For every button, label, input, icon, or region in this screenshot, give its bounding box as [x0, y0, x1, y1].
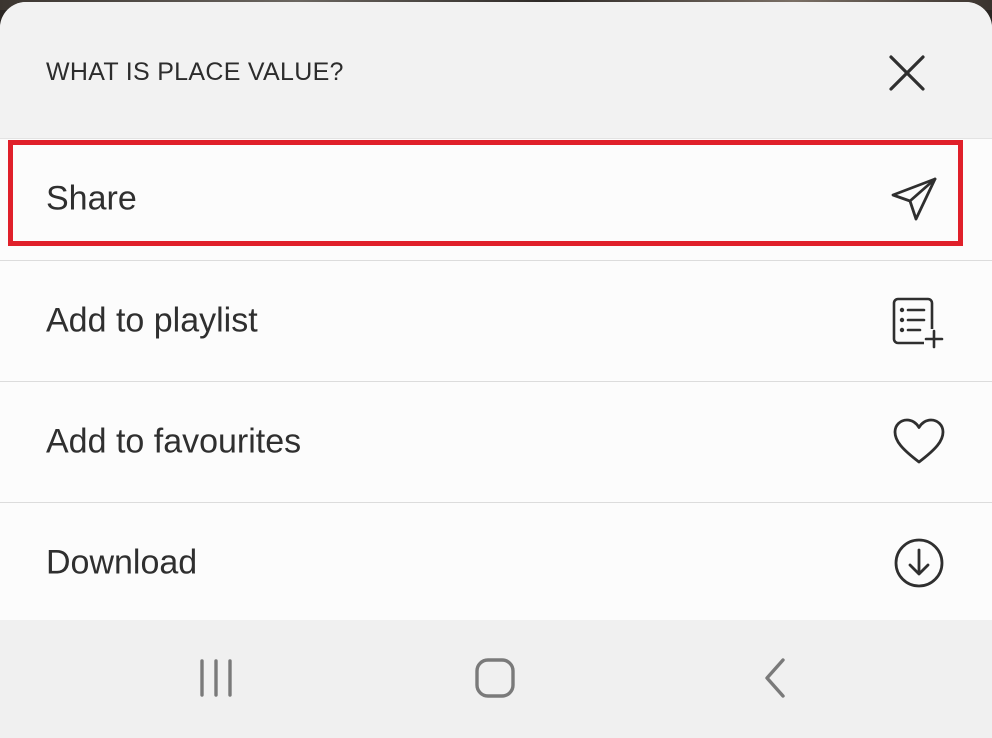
playlist-add-icon — [886, 291, 946, 351]
sheet-title: WHAT IS PLACE VALUE? — [46, 58, 344, 86]
back-button[interactable] — [734, 642, 814, 714]
send-icon — [884, 169, 944, 229]
menu-item-add-to-playlist[interactable]: Add to playlist — [0, 260, 992, 380]
download-icon — [889, 533, 949, 593]
menu-item-download[interactable]: Download — [0, 502, 992, 622]
sheet-header: WHAT IS PLACE VALUE? — [0, 2, 992, 138]
menu-item-label: Download — [46, 543, 198, 581]
navigation-bar — [0, 620, 992, 738]
recent-apps-button[interactable] — [176, 642, 256, 714]
menu-item-share[interactable]: Share — [0, 139, 992, 259]
menu-item-label: Share — [46, 179, 137, 218]
close-button[interactable] — [880, 46, 934, 100]
close-icon — [889, 55, 925, 91]
heart-icon — [889, 412, 949, 472]
home-icon — [475, 658, 515, 698]
menu-item-add-to-favourites[interactable]: Add to favourites — [0, 381, 992, 501]
home-button[interactable] — [455, 642, 535, 714]
menu-item-label: Add to playlist — [46, 301, 258, 339]
recent-apps-icon — [200, 659, 232, 697]
action-menu-list: Share Add to playlist Add to favourites … — [0, 138, 992, 623]
back-icon — [765, 658, 785, 698]
menu-item-label: Add to favourites — [46, 422, 302, 460]
